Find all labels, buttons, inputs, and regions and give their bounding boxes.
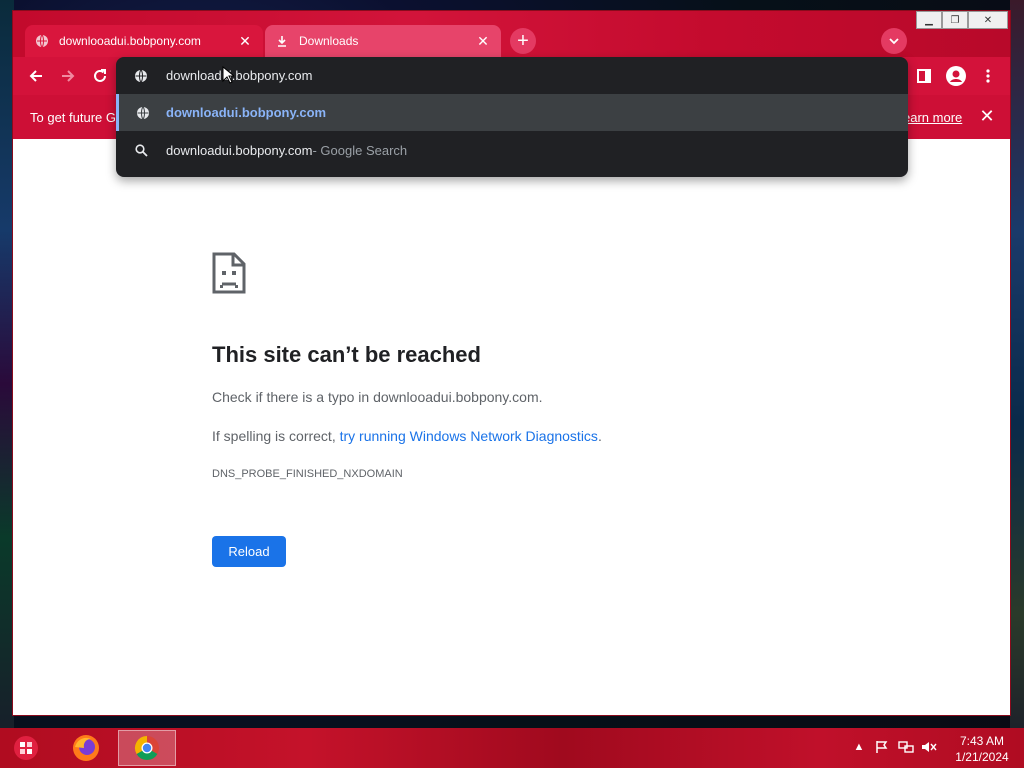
typo-suggestion: Check if there is a typo in downlooadui.… — [212, 389, 543, 405]
tab-search-button[interactable] — [881, 28, 907, 54]
clock-time: 7:43 AM — [959, 734, 1005, 748]
diagnostics-link[interactable]: try running Windows Network Diagnostics — [340, 428, 598, 444]
tab-downloads[interactable]: Downloads ✕ — [265, 25, 501, 57]
info-bar-message: To get future G — [30, 110, 116, 125]
taskbar-chrome[interactable] — [118, 730, 176, 766]
close-window-button[interactable]: ✕ — [968, 11, 1008, 29]
action-center-flag-icon[interactable] — [873, 738, 891, 756]
chrome-icon — [134, 736, 159, 761]
omnibox-text: downloadui.bobpony.com — [166, 68, 313, 83]
search-icon — [116, 144, 166, 157]
arrow-right-icon — [62, 70, 75, 82]
omnibox-suggestion[interactable]: downloadui.bobpony.com — [116, 94, 908, 131]
download-icon — [275, 34, 289, 48]
side-panel-icon — [917, 69, 931, 83]
tab-close-button[interactable]: ✕ — [237, 33, 253, 49]
diagnostics-suggestion: If spelling is correct, try running Wind… — [212, 428, 602, 444]
tab-title: downlooadui.bobpony.com — [59, 34, 201, 48]
arrow-left-icon — [29, 70, 42, 82]
firefox-icon — [73, 735, 99, 761]
refresh-icon — [94, 69, 106, 82]
mouse-cursor-icon — [222, 65, 236, 89]
maximize-button[interactable]: ❐ — [942, 11, 968, 29]
minimize-button[interactable]: ▁ — [916, 11, 942, 29]
suggestion-text: downloadui.bobpony.com — [166, 143, 313, 158]
new-tab-button[interactable]: + — [510, 28, 536, 54]
network-icon[interactable] — [897, 738, 915, 756]
side-panel-button[interactable] — [911, 63, 937, 89]
chevron-down-icon — [889, 38, 899, 45]
profile-button[interactable] — [943, 63, 969, 89]
learn-more-link[interactable]: earn more — [903, 110, 962, 125]
forward-button[interactable] — [55, 63, 81, 89]
plus-icon: + — [517, 30, 529, 52]
globe-icon — [119, 106, 166, 120]
taskbar: ▲ 7:43 AM 1/21/2024 — [0, 728, 1024, 768]
avatar-icon — [946, 66, 966, 86]
omnibox-input[interactable]: downloadui.bobpony.com — [116, 57, 908, 94]
back-button[interactable] — [23, 63, 49, 89]
sad-page-icon — [211, 251, 247, 300]
tab-title: Downloads — [299, 34, 359, 48]
start-button[interactable] — [6, 730, 46, 766]
menu-button[interactable] — [975, 63, 1001, 89]
more-vert-icon — [986, 69, 990, 83]
omnibox-suggestion[interactable]: downloadui.bobpony.com - Google Search — [116, 132, 908, 169]
show-hidden-icons-button[interactable]: ▲ — [850, 738, 868, 756]
tab-close-button[interactable]: ✕ — [475, 33, 491, 49]
page-content: This site can’t be reached Check if ther… — [13, 139, 1010, 715]
reload-button[interactable]: Reload — [212, 536, 286, 567]
tab-strip: downlooadui.bobpony.com ✕ Downloads ✕ + … — [13, 11, 1010, 57]
desktop-wallpaper-right — [1010, 0, 1024, 768]
reload-toolbar-button[interactable] — [87, 63, 113, 89]
system-clock[interactable]: 7:43 AM 1/21/2024 — [952, 733, 1012, 765]
clock-date: 1/21/2024 — [955, 750, 1009, 764]
volume-muted-icon[interactable] — [920, 738, 938, 756]
suggestion-suffix: - Google Search — [312, 143, 408, 158]
error-code: DNS_PROBE_FINISHED_NXDOMAIN — [212, 468, 403, 480]
globe-icon — [116, 69, 166, 83]
globe-icon — [35, 34, 49, 48]
info-bar-close-button[interactable]: ✕ — [977, 106, 997, 126]
error-title: This site can’t be reached — [212, 342, 481, 367]
diagnostics-suffix: . — [597, 428, 602, 444]
suggestion-text: downloadui.bobpony.com — [166, 105, 327, 120]
taskbar-firefox[interactable] — [64, 730, 108, 766]
omnibox-dropdown: downloadui.bobpony.com downloadui.bobpon… — [116, 57, 908, 177]
diagnostics-prefix: If spelling is correct, — [212, 428, 340, 444]
tab-downlooadui[interactable]: downlooadui.bobpony.com ✕ — [25, 25, 263, 57]
start-orb-icon — [14, 736, 38, 760]
